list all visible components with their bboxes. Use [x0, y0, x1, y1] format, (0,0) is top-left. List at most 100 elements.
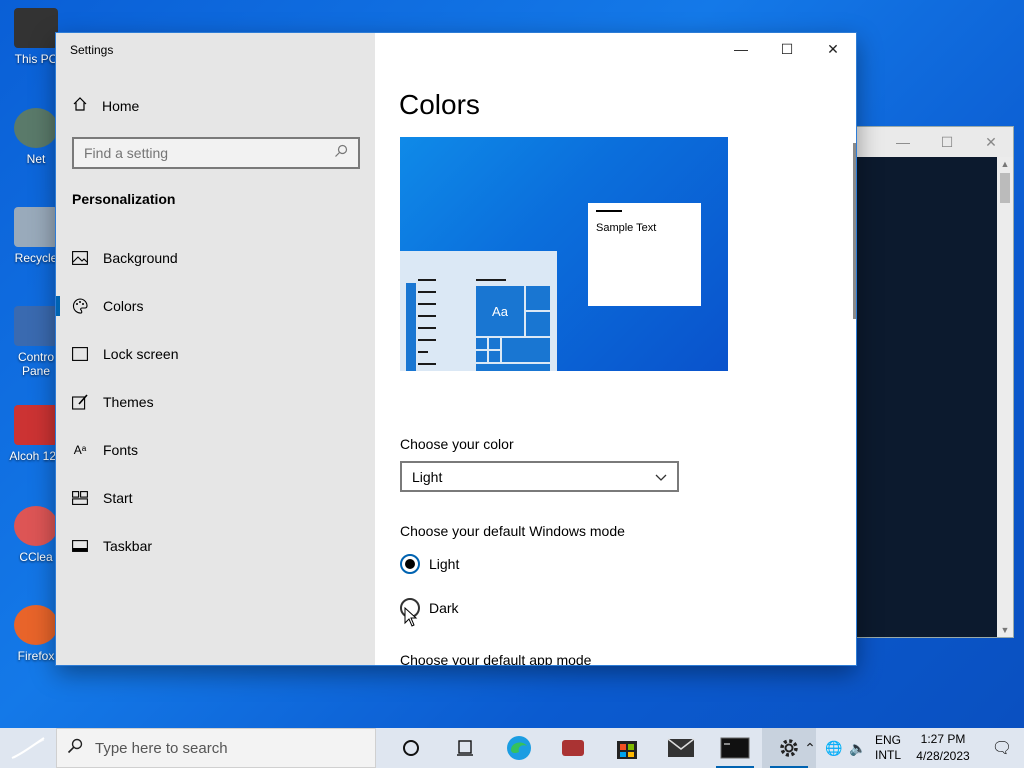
scroll-thumb[interactable]: [1000, 173, 1010, 203]
choose-color-dropdown[interactable]: Light: [400, 461, 679, 492]
sidebar-item-themes[interactable]: Themes: [56, 378, 375, 426]
system-tray: ⌃ 🌐 🔈 ENG INTL 1:27 PM 4/28/2023 🗨: [798, 728, 1024, 768]
preview-window: Sample Text: [588, 203, 701, 306]
desktop-icon-label: Alcoh 120: [9, 449, 63, 463]
clock-date: 4/28/2023: [916, 749, 970, 763]
firefox-icon: [14, 605, 58, 645]
lang-line1: ENG: [874, 733, 901, 747]
network-icon: [14, 108, 58, 148]
settings-window: Settings Home Personalization Background: [56, 33, 856, 665]
window-controls: — ☐ ✕: [718, 33, 856, 65]
sidebar-item-label: Lock screen: [103, 346, 179, 362]
desktop-icon-label: Net: [26, 152, 46, 166]
dropdown-value: Light: [412, 468, 443, 485]
sidebar-item-label: Taskbar: [103, 538, 153, 554]
start-button[interactable]: [0, 728, 56, 768]
task-view-icon[interactable]: [438, 728, 492, 768]
clock-time: 1:27 PM: [920, 732, 966, 746]
sidebar-item-label: Themes: [103, 394, 154, 410]
edge-icon[interactable]: [492, 728, 546, 768]
nav-home-label: Home: [102, 97, 140, 114]
desktop-icon-label: Recycle: [14, 251, 58, 265]
app-mode-label: Choose your default app mode: [400, 652, 592, 665]
taskbar-apps: [384, 728, 816, 768]
page-title: Colors: [399, 89, 480, 120]
sidebar-item-background[interactable]: Background: [56, 234, 375, 282]
sidebar-item-label: Background: [103, 250, 178, 266]
sidebar-item-label: Fonts: [103, 442, 139, 458]
input-language[interactable]: ENG INTL: [870, 733, 906, 763]
palette-icon: [72, 298, 88, 314]
clock[interactable]: 1:27 PM 4/28/2023: [906, 731, 980, 765]
sidebar-item-lock-screen[interactable]: Lock screen: [56, 330, 375, 378]
network-globe-icon[interactable]: 🌐: [822, 740, 846, 757]
choose-color-label: Choose your color: [400, 436, 514, 452]
recycle-bin-icon: [14, 207, 58, 247]
preview-sample-text: Sample Text: [596, 222, 657, 234]
desktop-icon-label: Firefox: [17, 649, 55, 663]
scroll-up-icon[interactable]: ▲: [997, 159, 1013, 169]
ccleaner-icon: [14, 506, 58, 546]
search-icon: [334, 144, 348, 163]
window-title: Settings: [70, 43, 114, 57]
search-input[interactable]: [84, 145, 314, 161]
font-icon: Aᵃ: [73, 443, 87, 457]
taskbar-search-placeholder: Type here to search: [95, 739, 228, 757]
minimize-button[interactable]: —: [718, 33, 764, 65]
cortana-icon[interactable]: [384, 728, 438, 768]
maximize-button[interactable]: ☐: [764, 33, 810, 65]
desktop-icon-label: CClea: [19, 550, 53, 564]
chevron-up-icon[interactable]: ⌃: [798, 740, 822, 757]
windows-mode-label: Choose your default Windows mode: [400, 523, 625, 539]
desktop-icon-label: This PC: [14, 52, 58, 66]
store-icon[interactable]: [600, 728, 654, 768]
sidebar-item-fonts[interactable]: Aᵃ Fonts: [56, 426, 375, 474]
alcohol-icon: [14, 405, 58, 445]
section-title: Personalization: [72, 191, 176, 207]
sidebar-item-label: Start: [103, 490, 133, 506]
lang-line2: INTL: [874, 748, 901, 762]
control-panel-icon: [14, 306, 58, 346]
terminal-scrollbar[interactable]: ▲ ▼: [997, 157, 1013, 637]
command-prompt-icon[interactable]: [708, 728, 762, 768]
taskbar-icon: [72, 538, 88, 554]
preview-start-menu: Aa: [400, 251, 557, 371]
computer-icon: [14, 8, 58, 48]
sidebar-item-colors[interactable]: Colors: [56, 282, 375, 330]
minimize-icon[interactable]: —: [881, 134, 925, 150]
find-setting-search[interactable]: [72, 137, 360, 169]
content-scrollbar[interactable]: [853, 143, 856, 319]
home-icon: [72, 96, 88, 115]
close-button[interactable]: ✕: [810, 33, 856, 65]
maximize-icon[interactable]: ☐: [925, 134, 969, 151]
radio-label: Dark: [429, 600, 459, 616]
lock-screen-icon: [72, 346, 88, 362]
nav-list: Background Colors Lock screen Themes Aᵃ …: [56, 234, 375, 570]
notification-icon[interactable]: 🗨: [980, 738, 1024, 758]
color-preview: Aa Sample Text: [400, 137, 728, 371]
nav-home[interactable]: Home: [72, 96, 139, 115]
image-icon: [72, 250, 88, 266]
taskbar-search[interactable]: Type here to search: [56, 728, 376, 768]
taskbar: Type here to search ⌃ 🌐 🔈 ENG INTL 1:27 …: [0, 728, 1024, 768]
sidebar-item-label: Colors: [103, 298, 144, 314]
settings-sidebar: Settings Home Personalization Background: [56, 33, 375, 665]
mail-icon[interactable]: [654, 728, 708, 768]
desktop-icon-label: Contro Pane: [17, 350, 55, 378]
radio-label: Light: [429, 556, 460, 572]
sidebar-item-taskbar[interactable]: Taskbar: [56, 522, 375, 570]
search-icon: [67, 738, 83, 758]
scroll-down-icon[interactable]: ▼: [997, 625, 1013, 635]
chevron-down-icon: [655, 469, 667, 485]
radio-windows-mode-light[interactable]: Light: [400, 554, 459, 574]
sidebar-item-start[interactable]: Start: [56, 474, 375, 522]
speaker-muted-icon[interactable]: 🔈: [846, 740, 870, 757]
radio-button[interactable]: [400, 554, 420, 574]
start-icon: [72, 490, 88, 506]
alcohol-app-icon[interactable]: [546, 728, 600, 768]
close-icon[interactable]: ✕: [969, 134, 1013, 151]
preview-tile: Aa: [476, 286, 524, 336]
brush-icon: [72, 394, 88, 410]
settings-content: — ☐ ✕ Colors Aa Sample Text Choose your …: [375, 33, 856, 665]
terminal-body[interactable]: [857, 157, 997, 637]
